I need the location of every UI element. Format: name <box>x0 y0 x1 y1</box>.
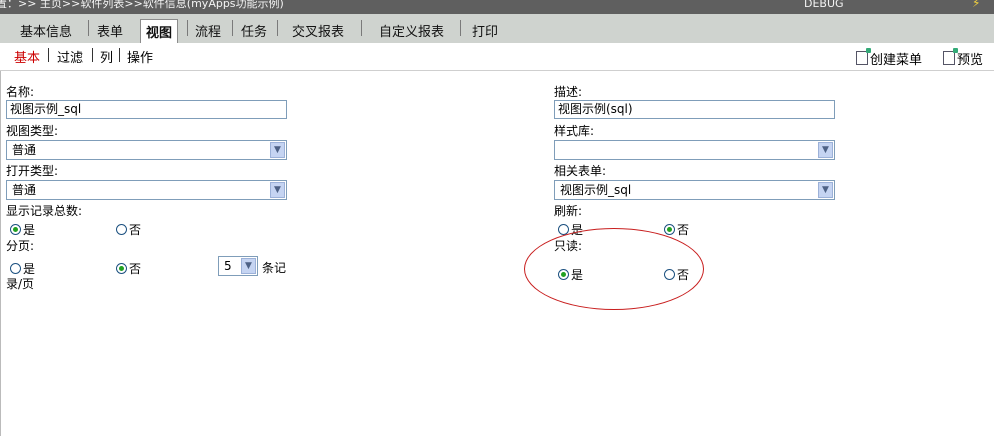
radio-label: 是 <box>571 268 584 282</box>
chevron-down-icon[interactable]: ▼ <box>818 182 833 198</box>
readonly-yes-radio[interactable]: 是 <box>558 266 583 283</box>
radio-label: 是 <box>23 262 36 276</box>
open-type-value: 普通 <box>12 183 37 197</box>
subnav-filter[interactable]: 过滤 <box>57 47 83 66</box>
open-type-select[interactable]: 普通 ▼ <box>6 180 287 200</box>
radio-label: 否 <box>677 223 690 237</box>
tab-separator <box>232 20 233 36</box>
refresh-no-radio[interactable]: 否 <box>664 221 689 238</box>
page-unit-label-cont: 录/页 <box>6 277 35 291</box>
page-unit-label: 条记 <box>262 261 287 275</box>
tab-basic-info[interactable]: 基本信息 <box>20 21 72 40</box>
view-type-label: 视图类型: <box>6 124 59 138</box>
radio-selected-icon <box>116 263 127 274</box>
radio-selected-icon <box>664 224 675 235</box>
tab-flow[interactable]: 流程 <box>195 21 221 40</box>
tab-custom-report[interactable]: 自定义报表 <box>379 21 444 40</box>
subnav-operations[interactable]: 操作 <box>127 47 153 66</box>
tab-separator <box>88 20 89 36</box>
radio-selected-icon <box>10 224 21 235</box>
tab-separator <box>277 20 278 36</box>
subnav-columns[interactable]: 列 <box>100 47 113 66</box>
tab-view[interactable]: 视图 <box>140 19 179 43</box>
readonly-no-radio[interactable]: 否 <box>664 266 689 283</box>
radio-unselected-icon <box>116 224 127 235</box>
style-library-label: 样式库: <box>554 124 595 138</box>
lightning-icon[interactable]: ⚡ <box>972 0 980 9</box>
show-total-yes-radio[interactable]: 是 <box>10 221 35 238</box>
radio-unselected-icon <box>10 263 21 274</box>
page-size-value: 5 <box>224 259 232 273</box>
readonly-label: 只读: <box>554 239 583 253</box>
view-type-select[interactable]: 普通 ▼ <box>6 140 287 160</box>
new-document-icon <box>856 48 871 65</box>
show-total-label: 显示记录总数: <box>6 204 83 218</box>
sub-navigation: 基本 过滤 列 操作 创建菜单 预览 <box>0 43 994 71</box>
paging-no-radio[interactable]: 否 <box>116 260 141 277</box>
view-type-value: 普通 <box>12 143 37 157</box>
preview-document-icon <box>943 48 958 65</box>
create-menu-button[interactable]: 创建菜单 <box>856 48 923 68</box>
page-size-select[interactable]: 5 ▼ <box>218 256 258 276</box>
tab-separator <box>361 20 362 36</box>
tab-separator <box>187 20 188 36</box>
chevron-down-icon[interactable]: ▼ <box>270 182 285 198</box>
description-label: 描述: <box>554 85 583 99</box>
radio-unselected-icon <box>558 224 569 235</box>
debug-link[interactable]: DEBUG <box>804 0 844 10</box>
preview-button[interactable]: 预览 <box>943 48 984 68</box>
radio-selected-icon <box>558 269 569 280</box>
top-status-bar: 置：>> 主页>>软件列表>>软件信息(myApps功能示例) DEBUG ⚡ <box>0 0 994 14</box>
radio-label: 否 <box>129 262 142 276</box>
preview-label: 预览 <box>957 53 984 68</box>
related-form-select[interactable]: 视图示例_sql ▼ <box>554 180 835 200</box>
related-form-value: 视图示例_sql <box>560 183 632 197</box>
related-form-label: 相关表单: <box>554 164 607 178</box>
subnav-basic[interactable]: 基本 <box>14 47 40 66</box>
radio-label: 是 <box>571 223 584 237</box>
radio-label: 否 <box>129 223 142 237</box>
chevron-down-icon[interactable]: ▼ <box>818 142 833 158</box>
refresh-yes-radio[interactable]: 是 <box>558 221 583 238</box>
show-total-no-radio[interactable]: 否 <box>116 221 141 238</box>
open-type-label: 打开类型: <box>6 164 59 178</box>
name-input[interactable]: 视图示例_sql <box>6 100 287 119</box>
breadcrumb: 置：>> 主页>>软件列表>>软件信息(myApps功能示例) <box>0 0 284 10</box>
subnav-separator <box>92 48 93 62</box>
style-library-select[interactable]: ▼ <box>554 140 835 160</box>
tab-bar: 基本信息 表单 视图 流程 任务 交叉报表 自定义报表 打印 <box>0 14 994 43</box>
tab-form[interactable]: 表单 <box>97 21 123 40</box>
create-menu-label: 创建菜单 <box>870 53 923 68</box>
radio-unselected-icon <box>664 269 675 280</box>
name-label: 名称: <box>6 85 35 99</box>
content-left-border <box>0 71 1 436</box>
tab-cross-report[interactable]: 交叉报表 <box>292 21 344 40</box>
radio-label: 否 <box>677 268 690 282</box>
tab-print[interactable]: 打印 <box>472 21 498 40</box>
subnav-separator <box>119 48 120 62</box>
refresh-label: 刷新: <box>554 204 583 218</box>
tab-task[interactable]: 任务 <box>241 21 267 40</box>
chevron-down-icon[interactable]: ▼ <box>241 258 256 274</box>
tab-separator <box>460 20 461 36</box>
description-input[interactable]: 视图示例(sql) <box>554 100 835 119</box>
radio-label: 是 <box>23 223 36 237</box>
subnav-separator <box>48 48 49 62</box>
paging-label: 分页: <box>6 239 35 253</box>
chevron-down-icon[interactable]: ▼ <box>270 142 285 158</box>
